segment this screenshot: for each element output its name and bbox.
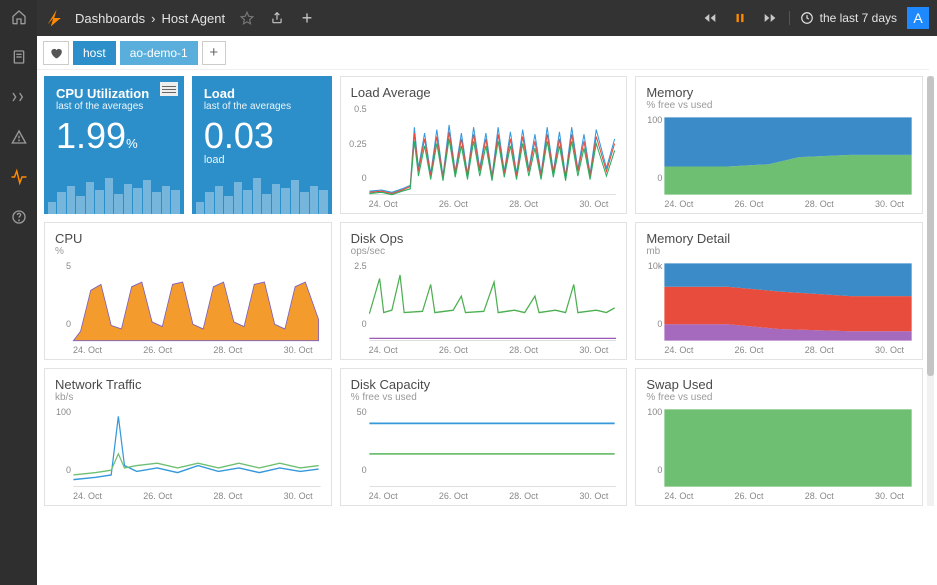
forward-icon[interactable] (762, 10, 778, 26)
pause-icon[interactable] (732, 10, 748, 26)
tag-host[interactable]: host (73, 41, 116, 65)
doc-icon[interactable] (10, 48, 28, 66)
sidebar-rail (0, 0, 37, 585)
cpu-chart (55, 261, 321, 343)
rewind-icon[interactable] (702, 10, 718, 26)
tag-bar: host ao-demo-1 + (37, 36, 929, 70)
memory-detail-card[interactable]: Memory Detail mb 10k0 24. Oct26. Oct28. … (635, 222, 923, 360)
plus-icon[interactable]: + (299, 10, 315, 26)
swap-chart (646, 407, 912, 489)
card-title: Disk Capacity (351, 377, 617, 392)
card-sub: % (55, 246, 321, 257)
breadcrumb-root[interactable]: Dashboards (75, 11, 145, 26)
card-sub: % free vs used (646, 100, 912, 111)
time-range-label: the last 7 days (820, 11, 897, 25)
disk-ops-chart (351, 261, 617, 343)
tile-sparkbars (192, 174, 332, 214)
logo-icon (45, 8, 65, 28)
cpu-card[interactable]: CPU % 50 24. Oct26. Oct28. Oct30. Oct (44, 222, 332, 360)
topbar: Dashboards › Host Agent + the last 7 day… (37, 0, 937, 36)
card-sub: % free vs used (646, 392, 912, 403)
favorite-button[interactable] (43, 41, 69, 65)
dashboard-grid: CPU Utilization last of the averages 1.9… (44, 76, 923, 585)
tile-sub: last of the averages (56, 101, 172, 112)
card-sub: ops/sec (351, 246, 617, 257)
card-title: Load Average (351, 85, 617, 100)
cpu-utilization-tile[interactable]: CPU Utilization last of the averages 1.9… (44, 76, 184, 214)
card-sub: kb/s (55, 392, 321, 403)
tile-value: 1.99 (56, 115, 126, 156)
card-title: Disk Ops (351, 231, 617, 246)
tile-value: 0.03 (204, 118, 320, 154)
tile-unit: load (204, 154, 320, 166)
pulse-icon[interactable] (10, 168, 28, 186)
tile-unit: % (126, 136, 138, 151)
tag-ao-demo-1[interactable]: ao-demo-1 (120, 41, 198, 65)
disk-capacity-card[interactable]: Disk Capacity % free vs used 500 24. Oct… (340, 368, 628, 506)
network-chart (55, 407, 321, 489)
disk-capacity-chart (351, 407, 617, 489)
tile-title: Load (204, 86, 320, 101)
load-average-chart (351, 104, 617, 197)
load-average-card[interactable]: Load Average 0.50.250 24. Oct26. Oct28. … (340, 76, 628, 214)
scrollbar-thumb[interactable] (927, 76, 934, 376)
card-sub: mb (646, 246, 912, 257)
load-tile[interactable]: Load last of the averages 0.03 load (192, 76, 332, 214)
tile-sub: last of the averages (204, 101, 320, 112)
breadcrumb: Dashboards › Host Agent (75, 11, 225, 26)
help-icon[interactable] (10, 208, 28, 226)
user-avatar[interactable]: A (907, 7, 929, 29)
add-tag-button[interactable]: + (202, 41, 226, 65)
disk-ops-card[interactable]: Disk Ops ops/sec 2.50 24. Oct26. Oct28. … (340, 222, 628, 360)
star-icon[interactable] (239, 10, 255, 26)
card-title: Swap Used (646, 377, 912, 392)
home-icon[interactable] (10, 8, 28, 26)
clock-icon (800, 11, 814, 25)
tile-sparkbars (44, 174, 184, 214)
network-traffic-card[interactable]: Network Traffic kb/s 1000 24. Oct26. Oct… (44, 368, 332, 506)
card-title: Network Traffic (55, 377, 321, 392)
alert-icon[interactable] (10, 128, 28, 146)
breadcrumb-page: Host Agent (161, 11, 225, 26)
time-range-picker[interactable]: the last 7 days (789, 11, 897, 25)
memory-card[interactable]: Memory % free vs used 1000 24. Oct26. Oc… (635, 76, 923, 214)
metric-tile-cell: CPU Utilization last of the averages 1.9… (44, 76, 332, 214)
card-title: Memory Detail (646, 231, 912, 246)
tile-title: CPU Utilization (56, 86, 172, 101)
memory-detail-chart (646, 261, 912, 343)
card-title: Memory (646, 85, 912, 100)
card-title: CPU (55, 231, 321, 246)
tile-menu-icon[interactable] (160, 82, 178, 96)
swap-used-card[interactable]: Swap Used % free vs used 1000 24. Oct26.… (635, 368, 923, 506)
memory-chart (646, 115, 912, 197)
share-icon[interactable] (269, 10, 285, 26)
trace-icon[interactable] (10, 88, 28, 106)
chevron-right-icon: › (151, 11, 155, 26)
card-sub: % free vs used (351, 392, 617, 403)
